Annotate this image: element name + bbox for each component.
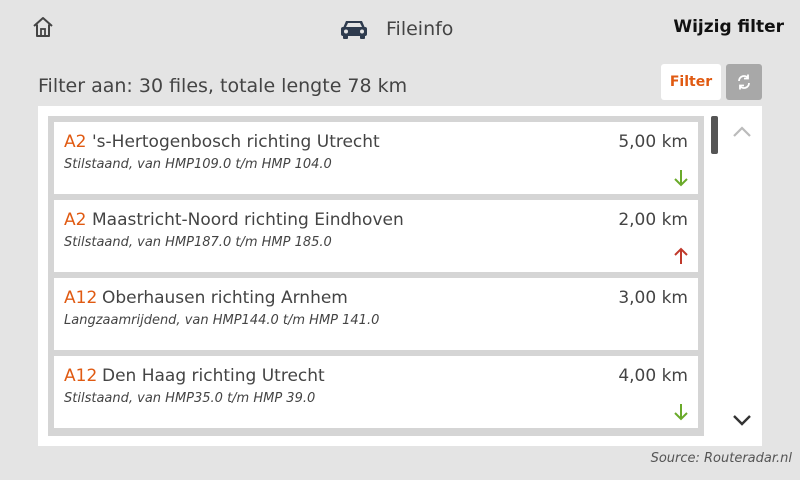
chevron-up-icon[interactable] (730, 122, 754, 142)
arrow-down-icon (674, 170, 688, 187)
route-name: Maastricht-Noord richting Eindhoven (92, 210, 404, 230)
jam-length: 5,00 km (618, 132, 688, 152)
route-name: 's-Hertogenbosch richting Utrecht (92, 132, 380, 152)
jam-length: 3,00 km (618, 288, 688, 308)
app-header: Fileinfo (340, 14, 453, 44)
jam-length: 2,00 km (618, 210, 688, 230)
refresh-button[interactable] (726, 64, 762, 100)
traffic-jam-panel: A2 's-Hertogenbosch richting Utrecht Sti… (38, 106, 762, 446)
scrollbar-thumb[interactable] (711, 116, 718, 154)
jam-detail: Langzaamrijdend, van HMP144.0 t/m HMP 14… (64, 313, 380, 328)
home-button[interactable] (30, 14, 56, 40)
jam-detail: Stilstaand, van HMP187.0 t/m HMP 185.0 (64, 235, 332, 250)
jam-length: 4,00 km (618, 366, 688, 386)
arrow-down-icon (674, 404, 688, 421)
road-number: A12 (64, 288, 98, 308)
traffic-jam-list[interactable]: A2 's-Hertogenbosch richting Utrecht Sti… (48, 116, 704, 436)
jam-detail: Stilstaand, van HMP109.0 t/m HMP 104.0 (64, 157, 332, 172)
road-number: A12 (64, 366, 98, 386)
jam-detail: Stilstaand, van HMP35.0 t/m HMP 39.0 (64, 391, 316, 406)
edit-filter-link[interactable]: Wijzig filter (673, 17, 784, 37)
chevron-down-icon[interactable] (730, 410, 754, 430)
filter-button[interactable]: Filter (661, 64, 721, 100)
road-number: A2 (64, 210, 87, 230)
filter-summary: Filter aan: 30 files, totale lengte 78 k… (38, 75, 408, 97)
list-item[interactable]: A2 's-Hertogenbosch richting Utrecht Sti… (54, 122, 698, 194)
data-source-note: Source: Routeradar.nl (650, 451, 792, 466)
list-item[interactable]: A12 Den Haag richting Utrecht Stilstaand… (54, 356, 698, 428)
top-bar: Fileinfo Wijzig filter (0, 0, 800, 58)
page-title: Fileinfo (386, 18, 454, 40)
list-item[interactable]: A12 Oberhausen richting Arnhem Langzaamr… (54, 278, 698, 350)
route-name: Den Haag richting Utrecht (102, 366, 325, 386)
car-icon (340, 17, 370, 41)
list-item[interactable]: A2 Maastricht-Noord richting Eindhoven S… (54, 200, 698, 272)
route-name: Oberhausen richting Arnhem (102, 288, 348, 308)
arrow-up-icon (674, 247, 688, 264)
refresh-icon (738, 74, 750, 90)
home-icon (33, 17, 53, 37)
road-number: A2 (64, 132, 87, 152)
